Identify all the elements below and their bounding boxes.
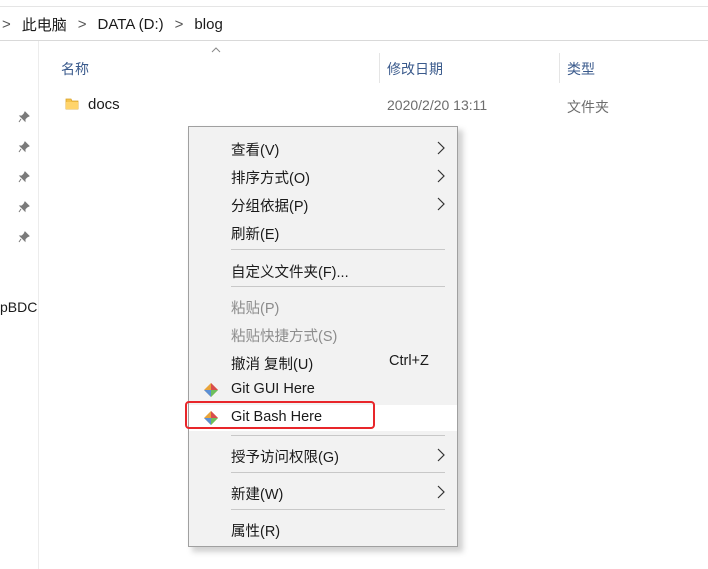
menu-item-refresh[interactable]: 刷新(E) xyxy=(189,219,457,245)
column-date-modified[interactable]: 修改日期 xyxy=(387,59,443,79)
breadcrumb-this-pc[interactable]: 此电脑 xyxy=(22,14,67,35)
menu-item-git-gui[interactable]: Git GUI Here xyxy=(189,377,457,403)
column-name[interactable]: 名称 xyxy=(61,59,89,79)
menu-separator xyxy=(231,509,445,510)
pin-icon[interactable] xyxy=(18,111,30,123)
menu-item-label: 自定义文件夹(F)... xyxy=(231,265,349,281)
menu-item-customize-folder[interactable]: 自定义文件夹(F)... xyxy=(189,257,457,283)
menu-item-sort-by[interactable]: 排序方式(O) xyxy=(189,163,457,189)
pin-icon[interactable] xyxy=(18,141,30,153)
menu-item-group-by[interactable]: 分组依据(P) xyxy=(189,191,457,217)
file-type: 文件夹 xyxy=(567,99,609,115)
pin-icon[interactable] xyxy=(18,171,30,183)
menu-separator xyxy=(231,472,445,473)
menu-item-label: Git GUI Here xyxy=(231,381,315,397)
menu-item-label: 排序方式(O) xyxy=(231,171,310,187)
menu-item-label: 授予访问权限(G) xyxy=(231,450,339,466)
column-divider[interactable] xyxy=(379,53,380,83)
column-type[interactable]: 类型 xyxy=(567,59,595,79)
pin-icon[interactable] xyxy=(18,231,30,243)
chevron-right-icon xyxy=(437,169,445,183)
menu-item-paste-shortcut[interactable]: 粘贴快捷方式(S) xyxy=(189,321,457,347)
menu-item-label: 分组依据(P) xyxy=(231,199,309,215)
menu-item-give-access[interactable]: 授予访问权限(G) xyxy=(189,442,457,468)
chevron-right-icon xyxy=(437,485,445,499)
highlight-box xyxy=(185,401,375,429)
git-gui-icon xyxy=(204,383,218,397)
menu-item-view[interactable]: 查看(V) xyxy=(189,135,457,161)
column-header: 名称 修改日期 类型 xyxy=(38,41,708,91)
file-name[interactable]: docs xyxy=(88,96,120,113)
context-menu: 查看(V) 排序方式(O) 分组依据(P) 刷新(E) 自定义文件夹(F)...… xyxy=(188,126,458,547)
menu-item-label: 粘贴(P) xyxy=(231,301,280,317)
menu-item-label: 撤消 复制(U) xyxy=(231,357,314,373)
breadcrumb[interactable]: > 此电脑 > DATA (D:) > blog xyxy=(0,8,708,41)
menu-separator xyxy=(231,286,445,287)
menu-item-undo-copy[interactable]: 撤消 复制(U) Ctrl+Z xyxy=(189,349,457,375)
menu-item-label: 刷新(E) xyxy=(231,227,280,243)
breadcrumb-data-drive[interactable]: DATA (D:) xyxy=(98,16,164,33)
breadcrumb-separator[interactable]: > xyxy=(2,16,11,33)
pin-icon[interactable] xyxy=(18,201,30,213)
ribbon-edge xyxy=(0,0,708,7)
chevron-right-icon xyxy=(437,141,445,155)
menu-item-label: 查看(V) xyxy=(231,143,280,159)
chevron-right-icon xyxy=(437,448,445,462)
menu-separator xyxy=(231,435,445,436)
folder-icon xyxy=(65,98,79,110)
menu-item-label: 新建(W) xyxy=(231,487,284,503)
menu-item-label: 粘贴快捷方式(S) xyxy=(231,329,338,345)
file-row[interactable]: docs 2020/2/20 13:11 文件夹 xyxy=(38,93,708,117)
menu-item-shortcut: Ctrl+Z xyxy=(389,353,429,369)
menu-item-label: 属性(R) xyxy=(231,524,281,540)
breadcrumb-separator[interactable]: > xyxy=(78,16,87,33)
chevron-right-icon xyxy=(437,197,445,211)
breadcrumb-blog[interactable]: blog xyxy=(194,16,222,33)
menu-separator xyxy=(231,249,445,250)
sort-ascending-icon xyxy=(211,47,221,53)
menu-item-properties[interactable]: 属性(R) xyxy=(189,516,457,542)
column-divider[interactable] xyxy=(559,53,560,83)
navigation-pane[interactable]: pBDC xyxy=(0,41,39,569)
breadcrumb-separator[interactable]: > xyxy=(175,16,184,33)
menu-item-new[interactable]: 新建(W) xyxy=(189,479,457,505)
menu-item-paste[interactable]: 粘贴(P) xyxy=(189,293,457,319)
file-date: 2020/2/20 13:11 xyxy=(387,97,488,113)
nav-item-truncated[interactable]: pBDC xyxy=(0,299,37,315)
